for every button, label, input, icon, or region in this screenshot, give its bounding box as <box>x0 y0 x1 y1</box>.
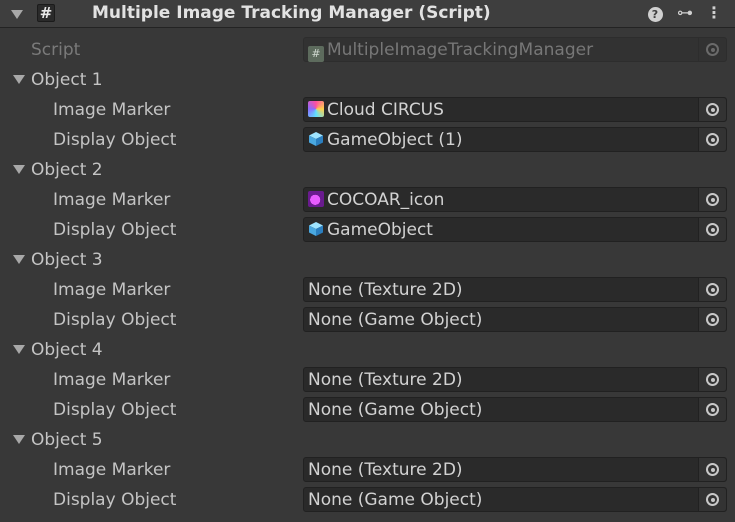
foldout-arrow-icon[interactable] <box>13 75 25 84</box>
display-object-label: Display Object <box>53 130 177 150</box>
object-2-display-object-picker[interactable] <box>698 218 726 241</box>
image-marker-value: None (Texture 2D) <box>308 460 463 480</box>
foldout-arrow-icon[interactable] <box>13 255 25 264</box>
component-enable-checkbox[interactable]: # <box>37 4 55 22</box>
context-menu-icon[interactable]: ⋮ <box>705 3 723 23</box>
object-1-display-object-row: Display Object GameObject (1) <box>0 124 735 154</box>
object-1-label: Object 1 <box>31 70 103 90</box>
inspector-panel: # Multiple Image Tracking Manager (Scrip… <box>0 0 735 522</box>
object-4-image-marker-picker[interactable] <box>698 368 726 391</box>
script-icon: # <box>308 46 324 62</box>
object-5-display-object-field[interactable]: None (Game Object) <box>303 487 727 512</box>
object-4-image-marker-field[interactable]: None (Texture 2D) <box>303 367 727 392</box>
help-icon[interactable]: ? <box>646 3 664 23</box>
image-marker-label: Image Marker <box>53 370 171 390</box>
object-2-image-marker-row: Image Marker COCOAR_icon <box>0 184 735 214</box>
object-5-image-marker-row: Image Marker None (Texture 2D) <box>0 454 735 484</box>
object-picker-icon <box>706 403 719 416</box>
object-picker-icon <box>706 313 719 326</box>
display-object-value: GameObject <box>308 220 433 240</box>
foldout-arrow-icon[interactable] <box>11 10 23 19</box>
display-object-value: None (Game Object) <box>308 490 483 510</box>
object-3-display-object-picker[interactable] <box>698 308 726 331</box>
object-2-image-marker-field[interactable]: COCOAR_icon <box>303 187 727 212</box>
texture-icon <box>308 191 324 207</box>
object-4-display-object-row: Display Object None (Game Object) <box>0 394 735 424</box>
object-2-display-object-row: Display Object GameObject <box>0 214 735 244</box>
display-object-value: None (Game Object) <box>308 310 483 330</box>
object-picker-icon <box>706 43 719 56</box>
object-5-label: Object 5 <box>31 430 103 450</box>
object-3-image-marker-field[interactable]: None (Texture 2D) <box>303 277 727 302</box>
object-picker-icon <box>706 223 719 236</box>
display-object-value: GameObject (1) <box>308 130 462 150</box>
object-picker-icon <box>706 373 719 386</box>
display-object-label: Display Object <box>53 310 177 330</box>
object-3-display-object-row: Display Object None (Game Object) <box>0 304 735 334</box>
object-4-display-object-picker[interactable] <box>698 398 726 421</box>
image-marker-value: None (Texture 2D) <box>308 280 463 300</box>
image-marker-value: None (Texture 2D) <box>308 370 463 390</box>
object-4-label: Object 4 <box>31 340 103 360</box>
image-marker-label: Image Marker <box>53 190 171 210</box>
component-header[interactable]: # Multiple Image Tracking Manager (Scrip… <box>0 0 735 28</box>
object-1-image-marker-row: Image Marker Cloud CIRCUS <box>0 94 735 124</box>
object-3-display-object-field[interactable]: None (Game Object) <box>303 307 727 332</box>
object-3-label: Object 3 <box>31 250 103 270</box>
object-1-foldout[interactable]: Object 1 <box>0 64 735 94</box>
object-picker-icon <box>706 493 719 506</box>
object-1-image-marker-picker[interactable] <box>698 98 726 121</box>
script-label: Script <box>31 40 81 60</box>
help-glyph: ? <box>647 7 663 22</box>
object-3-image-marker-row: Image Marker None (Texture 2D) <box>0 274 735 304</box>
cube-icon <box>308 131 324 147</box>
object-3-foldout[interactable]: Object 3 <box>0 244 735 274</box>
script-field-value: # MultipleImageTrackingManager <box>308 40 593 62</box>
object-2-label: Object 2 <box>31 160 103 180</box>
image-marker-value: Cloud CIRCUS <box>308 100 444 120</box>
object-4-display-object-field[interactable]: None (Game Object) <box>303 397 727 422</box>
object-1-display-object-field[interactable]: GameObject (1) <box>303 127 727 152</box>
texture-icon <box>308 101 324 117</box>
cube-icon <box>308 221 324 237</box>
image-marker-label: Image Marker <box>53 100 171 120</box>
image-marker-label: Image Marker <box>53 280 171 300</box>
object-5-image-marker-field[interactable]: None (Texture 2D) <box>303 457 727 482</box>
foldout-arrow-icon[interactable] <box>13 435 25 444</box>
object-1-image-marker-field[interactable]: Cloud CIRCUS <box>303 97 727 122</box>
object-5-display-object-row: Display Object None (Game Object) <box>0 484 735 514</box>
object-1-display-object-picker[interactable] <box>698 128 726 151</box>
foldout-arrow-icon[interactable] <box>13 345 25 354</box>
object-2-foldout[interactable]: Object 2 <box>0 154 735 184</box>
display-object-label: Display Object <box>53 490 177 510</box>
display-object-label: Display Object <box>53 220 177 240</box>
display-object-label: Display Object <box>53 400 177 420</box>
script-picker-button <box>698 38 726 61</box>
object-picker-icon <box>706 193 719 206</box>
presets-icon[interactable]: ⊶ <box>676 3 694 23</box>
object-2-display-object-field[interactable]: GameObject <box>303 217 727 242</box>
display-object-value: None (Game Object) <box>308 400 483 420</box>
object-picker-icon <box>706 463 719 476</box>
component-title: Multiple Image Tracking Manager (Script) <box>92 3 491 23</box>
object-3-image-marker-picker[interactable] <box>698 278 726 301</box>
object-5-image-marker-picker[interactable] <box>698 458 726 481</box>
object-picker-icon <box>706 283 719 296</box>
script-field: # MultipleImageTrackingManager <box>303 37 727 62</box>
image-marker-value: COCOAR_icon <box>308 190 444 210</box>
image-marker-label: Image Marker <box>53 460 171 480</box>
object-4-foldout[interactable]: Object 4 <box>0 334 735 364</box>
foldout-arrow-icon[interactable] <box>13 165 25 174</box>
object-5-display-object-picker[interactable] <box>698 488 726 511</box>
script-row: Script # MultipleImageTrackingManager <box>0 34 735 64</box>
object-2-image-marker-picker[interactable] <box>698 188 726 211</box>
object-5-foldout[interactable]: Object 5 <box>0 424 735 454</box>
object-picker-icon <box>706 103 719 116</box>
object-4-image-marker-row: Image Marker None (Texture 2D) <box>0 364 735 394</box>
object-picker-icon <box>706 133 719 146</box>
